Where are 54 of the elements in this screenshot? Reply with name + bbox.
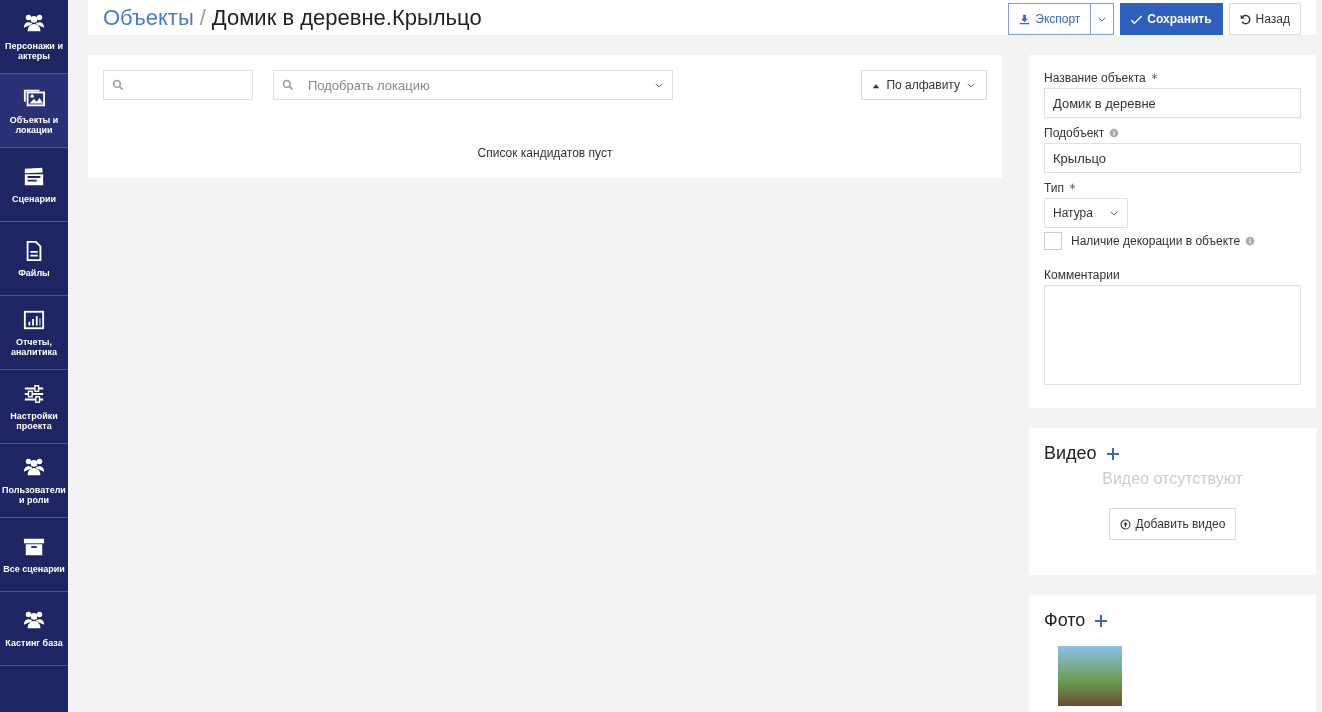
type-select[interactable]: Натура xyxy=(1044,198,1128,228)
add-button[interactable] xyxy=(1106,447,1119,460)
download-icon xyxy=(1019,13,1031,25)
asterisk-icon xyxy=(1150,73,1158,80)
checkmark-icon xyxy=(1131,13,1143,25)
save-button[interactable]: Сохранить xyxy=(1120,3,1223,35)
sidebar-item[interactable]: Сценарии xyxy=(0,148,68,222)
info-icon xyxy=(1109,128,1120,138)
sidebar-item[interactable]: Кастинг база xyxy=(0,592,68,666)
sidebar-item[interactable]: Объекты и локации xyxy=(0,74,68,148)
field-label: Подобъект xyxy=(1044,126,1105,140)
checkbox-label: Наличие декорации в объекте xyxy=(1071,234,1241,248)
plus-icon xyxy=(1106,447,1119,460)
dropdown-toggle-button[interactable] xyxy=(1091,3,1115,35)
plus-icon xyxy=(1095,614,1108,627)
sort-button[interactable]: По алфавиту xyxy=(861,70,987,100)
text-field[interactable]: Крыльцо xyxy=(1044,143,1301,173)
checkbox[interactable] xyxy=(1044,232,1062,250)
text-field[interactable]: Домик в деревне xyxy=(1044,88,1301,118)
sidebar-item[interactable]: Все сценарии xyxy=(0,518,68,592)
upload-circle-icon xyxy=(1119,518,1131,530)
sidebar-item[interactable]: Отчеты, аналитика xyxy=(0,296,68,370)
sidebar-item[interactable]: Пользователи и роли xyxy=(0,444,68,518)
page-title: Домик в деревне.Крыльцо xyxy=(211,5,482,31)
chevron-down-icon xyxy=(1097,14,1108,24)
chevron-down-icon xyxy=(966,80,976,90)
sidebar-item[interactable]: Настройки проекта xyxy=(0,370,68,444)
search-icon xyxy=(282,79,294,91)
back-button[interactable]: Назад xyxy=(1228,3,1301,35)
info-icon xyxy=(1245,236,1256,246)
chevron-down-icon xyxy=(654,80,664,90)
search-field[interactable] xyxy=(103,70,253,100)
sidebar-item[interactable]: Файлы xyxy=(0,222,68,296)
photo-placeholder[interactable] xyxy=(1058,646,1122,706)
comment-field[interactable] xyxy=(1044,285,1301,385)
field-label: Название объекта xyxy=(1044,71,1146,85)
undo-icon xyxy=(1239,13,1251,25)
section-title: Фото xyxy=(1044,610,1086,631)
sliders-icon xyxy=(23,382,45,405)
asterisk-icon xyxy=(1069,183,1076,190)
export-button[interactable]: Экспорт xyxy=(1008,3,1092,35)
search-icon xyxy=(112,79,124,91)
bar-chart-icon xyxy=(23,308,45,331)
breadcrumb-link[interactable]: Объекты xyxy=(103,5,194,31)
empty-list-message: Список кандидатов пуст xyxy=(476,146,614,160)
location-select[interactable]: Подобрать локацию xyxy=(273,70,673,100)
field-label: Комментарии xyxy=(1044,268,1120,282)
clapperboard-icon xyxy=(23,165,45,188)
section-title: Видео xyxy=(1044,443,1097,464)
add-video-button[interactable]: Добавить видео xyxy=(1108,508,1237,540)
add-button[interactable] xyxy=(1095,614,1108,627)
field-label: Тип xyxy=(1044,181,1064,195)
chevron-down-icon xyxy=(1109,208,1119,218)
breadcrumb-separator: / xyxy=(199,5,206,31)
